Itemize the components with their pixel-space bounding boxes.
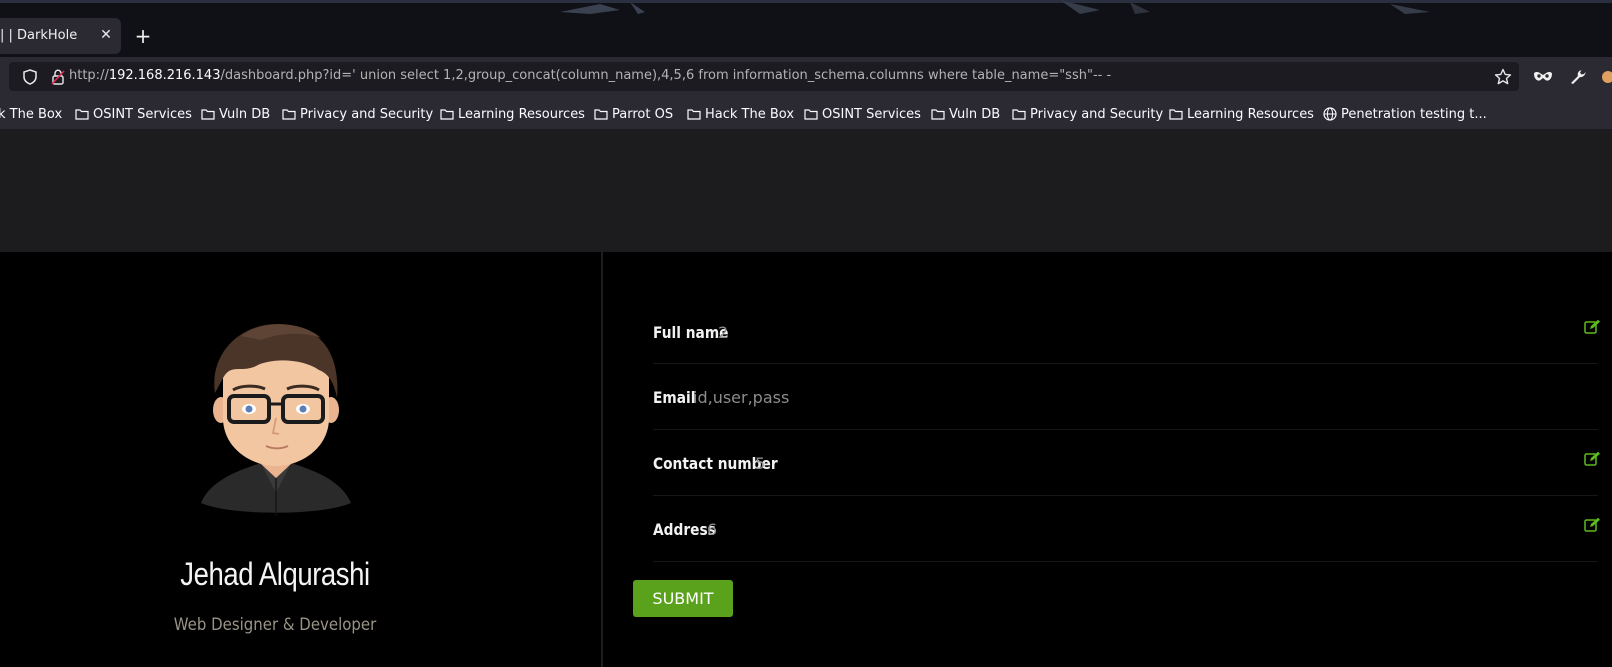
avatar [201, 323, 351, 516]
bookmark-learning-resources-2[interactable]: Learning Resources [1169, 105, 1314, 123]
extension-icon[interactable] [1600, 69, 1612, 85]
bookmark-privacy-and-security-2[interactable]: Privacy and Security [1012, 105, 1163, 123]
field-value: 6 [707, 520, 718, 539]
field-full-name: Full name 2 [653, 298, 1601, 364]
background-decoration [560, 0, 1430, 14]
field-email: Email id,user,pass [653, 364, 1598, 430]
wrench-icon[interactable] [1569, 69, 1587, 85]
field-value: 5 [755, 454, 766, 473]
field-value: id,user,pass [693, 388, 790, 407]
bookmark-parrot-os[interactable]: Parrot OS [594, 105, 673, 123]
close-tab-icon[interactable]: ✕ [98, 26, 114, 44]
profile-role: Web Designer & Developer [173, 615, 377, 635]
edit-icon[interactable] [1584, 451, 1601, 466]
bookmark-osint-services[interactable]: OSINT Services [75, 105, 192, 123]
new-tab-button[interactable]: + [133, 24, 153, 48]
bookmark-vuln-db-2[interactable]: Vuln DB [931, 105, 1000, 123]
edit-icon[interactable] [1584, 319, 1601, 334]
navigation-bar: http://192.168.216.143/dashboard.php?id=… [0, 57, 1612, 97]
tab-darkhole[interactable]: | | DarkHole ✕ [0, 18, 121, 54]
bookmark-hack-the-box[interactable]: Hack The Box [687, 105, 794, 123]
folder-icon [282, 109, 296, 120]
bookmark-vuln-db[interactable]: Vuln DB [201, 105, 270, 123]
shield-icon[interactable] [23, 69, 37, 85]
bookmarks-toolbar: k The Box OSINT Services Vuln DB Privacy… [0, 97, 1612, 130]
field-address: Address 6 [653, 496, 1601, 562]
folder-icon [75, 109, 89, 120]
field-value: 2 [718, 323, 729, 342]
profile-name: Jehad Alqurashi [180, 556, 370, 592]
field-label: Email [653, 388, 696, 407]
folder-icon [201, 109, 215, 120]
bookmark-star-icon[interactable] [1494, 68, 1512, 86]
edit-icon[interactable] [1584, 517, 1601, 532]
insecure-lock-icon[interactable] [51, 69, 65, 85]
url-path: /dashboard.php?id=' union select 1,2,gro… [220, 68, 1112, 83]
bookmark-penetration-testing[interactable]: Penetration testing t... [1323, 105, 1487, 123]
folder-icon [1012, 109, 1026, 120]
url-host: 192.168.216.143 [108, 68, 221, 83]
bookmark-learning-resources[interactable]: Learning Resources [440, 105, 585, 123]
folder-icon [931, 109, 945, 120]
folder-icon [687, 109, 701, 120]
submit-button[interactable]: SUBMIT [633, 580, 733, 617]
tab-bar: | | DarkHole ✕ + [0, 0, 1612, 57]
field-contact-number: Contact number 5 [653, 430, 1601, 496]
page-header-area [0, 130, 1612, 252]
globe-icon [1323, 107, 1337, 121]
bookmark-osint-services-2[interactable]: OSINT Services [804, 105, 921, 123]
url-text[interactable]: http://192.168.216.143/dashboard.php?id=… [69, 68, 1111, 83]
private-mask-icon[interactable] [1533, 69, 1553, 85]
url-bar[interactable]: http://192.168.216.143/dashboard.php?id=… [9, 62, 1519, 91]
folder-icon [804, 109, 818, 120]
bookmark-hack-the-box-cut[interactable]: k The Box [0, 105, 62, 123]
folder-icon [1169, 109, 1183, 120]
folder-icon [440, 109, 454, 120]
bookmark-privacy-and-security[interactable]: Privacy and Security [282, 105, 433, 123]
folder-icon [594, 109, 608, 120]
tab-title: | | DarkHole [0, 28, 78, 43]
url-prefix: http:// [69, 68, 109, 83]
